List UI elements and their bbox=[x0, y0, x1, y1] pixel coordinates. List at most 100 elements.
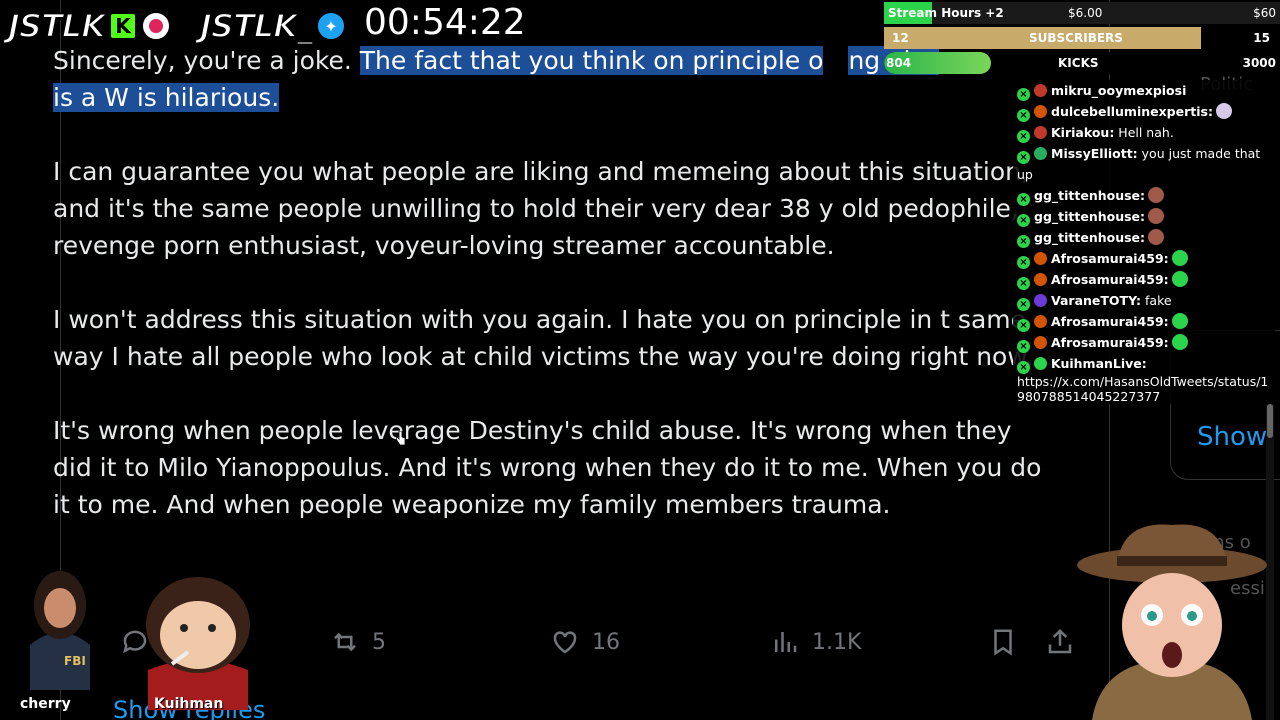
chat-message: × KuihmanLive: https://x.com/HasansOldTwe… bbox=[1013, 353, 1275, 404]
chat-username: Afrosamurai459: bbox=[1051, 335, 1169, 350]
mod-badge-icon: × bbox=[1017, 193, 1030, 206]
mod-badge-icon: × bbox=[1017, 256, 1030, 269]
chat-overlay: × mikru_ooymexpiosi × dulcebelluminexpertis… bbox=[1013, 80, 1275, 404]
mod-badge-icon: × bbox=[1017, 298, 1030, 311]
user-badge-icon bbox=[1034, 315, 1047, 328]
goal-stream-hours: Stream Hours +2 $6.00 $60 bbox=[884, 2, 1280, 24]
chat-message: × Afrosamurai459: bbox=[1013, 311, 1275, 332]
chat-message: × MissyElliott: you just made that up bbox=[1013, 143, 1275, 185]
chat-username: VaraneTOTY: bbox=[1051, 293, 1142, 308]
bookmark-icon bbox=[994, 629, 1012, 656]
kuihman-avatar bbox=[146, 577, 250, 710]
user-badge-icon bbox=[1034, 252, 1047, 265]
user-badge-icon bbox=[1034, 84, 1047, 97]
mod-badge-icon: × bbox=[1017, 109, 1030, 122]
chat-message: × dulcebelluminexpertis: bbox=[1013, 101, 1275, 122]
bookmark-button[interactable] bbox=[988, 620, 1018, 664]
emote-icon bbox=[1148, 187, 1165, 203]
stream-timer: 00:54:22 bbox=[364, 2, 526, 43]
record-icon bbox=[140, 11, 171, 41]
emote-icon bbox=[1171, 334, 1188, 350]
chat-text: fake bbox=[1141, 293, 1172, 308]
goal-kicks: 804 KICKS 3000 bbox=[884, 52, 1280, 74]
chat-username: gg_tittenhouse: bbox=[1034, 230, 1146, 245]
user-badge-icon bbox=[1034, 336, 1047, 349]
tweet-paragraph-4: It's wrong when people leverage Destiny'… bbox=[53, 416, 1042, 519]
goal-stream-hours-label: Stream Hours +2 bbox=[888, 6, 1004, 20]
heart-icon bbox=[553, 631, 577, 654]
goal-kicks-count: 804 bbox=[886, 56, 912, 70]
svg-text:FBI: FBI bbox=[64, 654, 86, 668]
goal-subscribers-label: SUBSCRIBERS bbox=[1029, 31, 1123, 45]
like-button[interactable]: 16 bbox=[550, 620, 620, 664]
brand-name: JSTLK bbox=[7, 6, 107, 46]
cherry-label: cherry bbox=[20, 696, 71, 712]
user-badge-icon bbox=[1034, 147, 1047, 160]
twitter-bird-icon: ✦ bbox=[315, 11, 346, 41]
cursor-hand-icon bbox=[396, 431, 406, 445]
tweet-text-selected: The fact that you think on principle o bbox=[359, 46, 824, 75]
mod-badge-icon: × bbox=[1017, 88, 1030, 101]
chat-username: Afrosamurai459: bbox=[1051, 251, 1169, 266]
chat-username: mikru_ooymexpiosi bbox=[1051, 83, 1187, 98]
chat-username: Kiriakou: bbox=[1051, 125, 1115, 140]
goal-subscribers: 12 SUBSCRIBERS 15 bbox=[884, 27, 1280, 49]
sidebar-show-link[interactable]: Show bbox=[1197, 422, 1267, 452]
emote-icon bbox=[1215, 103, 1232, 119]
kick-logo-icon: K bbox=[108, 12, 137, 40]
chat-username: gg_tittenhouse: bbox=[1034, 188, 1146, 203]
chat-message: × Kiriakou: Hell nah. bbox=[1013, 122, 1275, 143]
emote-icon bbox=[1171, 250, 1188, 266]
brand-name-2: JSTLK_ bbox=[199, 6, 314, 46]
chat-username: Afrosamurai459: bbox=[1051, 272, 1169, 287]
chat-message: × Afrosamurai459: bbox=[1013, 269, 1275, 290]
mod-badge-icon: × bbox=[1017, 151, 1030, 164]
mod-badge-icon: × bbox=[1017, 277, 1030, 290]
user-badge-icon bbox=[1034, 105, 1047, 118]
share-button[interactable] bbox=[1045, 620, 1075, 664]
chat-text: Hell nah. bbox=[1114, 125, 1174, 140]
chat-message: × gg_tittenhouse: bbox=[1013, 185, 1275, 206]
chat-message: × mikru_ooymexpiosi bbox=[1013, 80, 1275, 101]
goal-kicks-target: 3000 bbox=[1242, 56, 1276, 70]
tweet-paragraph-2: I can guarantee you what people are liki… bbox=[53, 157, 1029, 260]
retweet-icon bbox=[334, 632, 356, 652]
goal-stream-hours-mid: $6.00 bbox=[1068, 6, 1103, 20]
like-count: 16 bbox=[592, 629, 620, 655]
mod-badge-icon: × bbox=[1017, 319, 1030, 332]
user-badge-icon bbox=[1034, 126, 1047, 139]
goal-subscribers-count: 12 bbox=[892, 31, 909, 45]
mod-badge-icon: × bbox=[1017, 235, 1030, 248]
user-badge-icon bbox=[1034, 357, 1047, 370]
mod-badge-icon: × bbox=[1017, 340, 1030, 353]
chat-message: × gg_tittenhouse: bbox=[1013, 227, 1275, 248]
tweet-text-plain: Sincerely, you're a joke. bbox=[53, 46, 360, 75]
chat-message: × VaraneTOTY: fake bbox=[1013, 290, 1275, 311]
mod-badge-icon: × bbox=[1017, 214, 1030, 227]
chat-username: dulcebelluminexpertis: bbox=[1051, 104, 1213, 119]
tweet-text-selected-3: is a W is hilarious. bbox=[53, 83, 280, 112]
emote-icon bbox=[1171, 313, 1188, 329]
views-count: 1.1K bbox=[812, 629, 862, 655]
mod-badge-icon: × bbox=[1017, 130, 1030, 143]
tweet-text: Sincerely, you're a joke. The fact that … bbox=[53, 42, 1043, 560]
scrollbar-thumb[interactable] bbox=[1267, 404, 1273, 438]
detective-avatar bbox=[1077, 524, 1267, 720]
mod-badge-icon: × bbox=[1017, 361, 1030, 374]
user-badge-icon bbox=[1034, 273, 1047, 286]
goal-stream-hours-end: $60 bbox=[1253, 6, 1276, 20]
brand-kick: JSTLK K bbox=[7, 6, 171, 46]
retweet-button[interactable]: 5 bbox=[330, 620, 386, 664]
chat-text: https://x.com/HasansOldTweets/status/198… bbox=[1017, 374, 1269, 404]
emote-icon bbox=[1171, 271, 1188, 287]
analytics-icon bbox=[775, 632, 797, 652]
stream-goals: Stream Hours +2 $6.00 $60 12 SUBSCRIBERS… bbox=[884, 2, 1280, 77]
chat-message: × Afrosamurai459: bbox=[1013, 248, 1275, 269]
chat-message: × gg_tittenhouse: bbox=[1013, 206, 1275, 227]
tweet-paragraph-3: I won't address this situation with you … bbox=[53, 305, 1034, 371]
emote-icon bbox=[1148, 208, 1165, 224]
chat-username: Afrosamurai459: bbox=[1051, 314, 1169, 329]
views-button[interactable]: 1.1K bbox=[770, 620, 861, 664]
goal-subscribers-target: 15 bbox=[1253, 31, 1270, 45]
brand-twitter: JSTLK_ ✦ bbox=[199, 6, 346, 46]
